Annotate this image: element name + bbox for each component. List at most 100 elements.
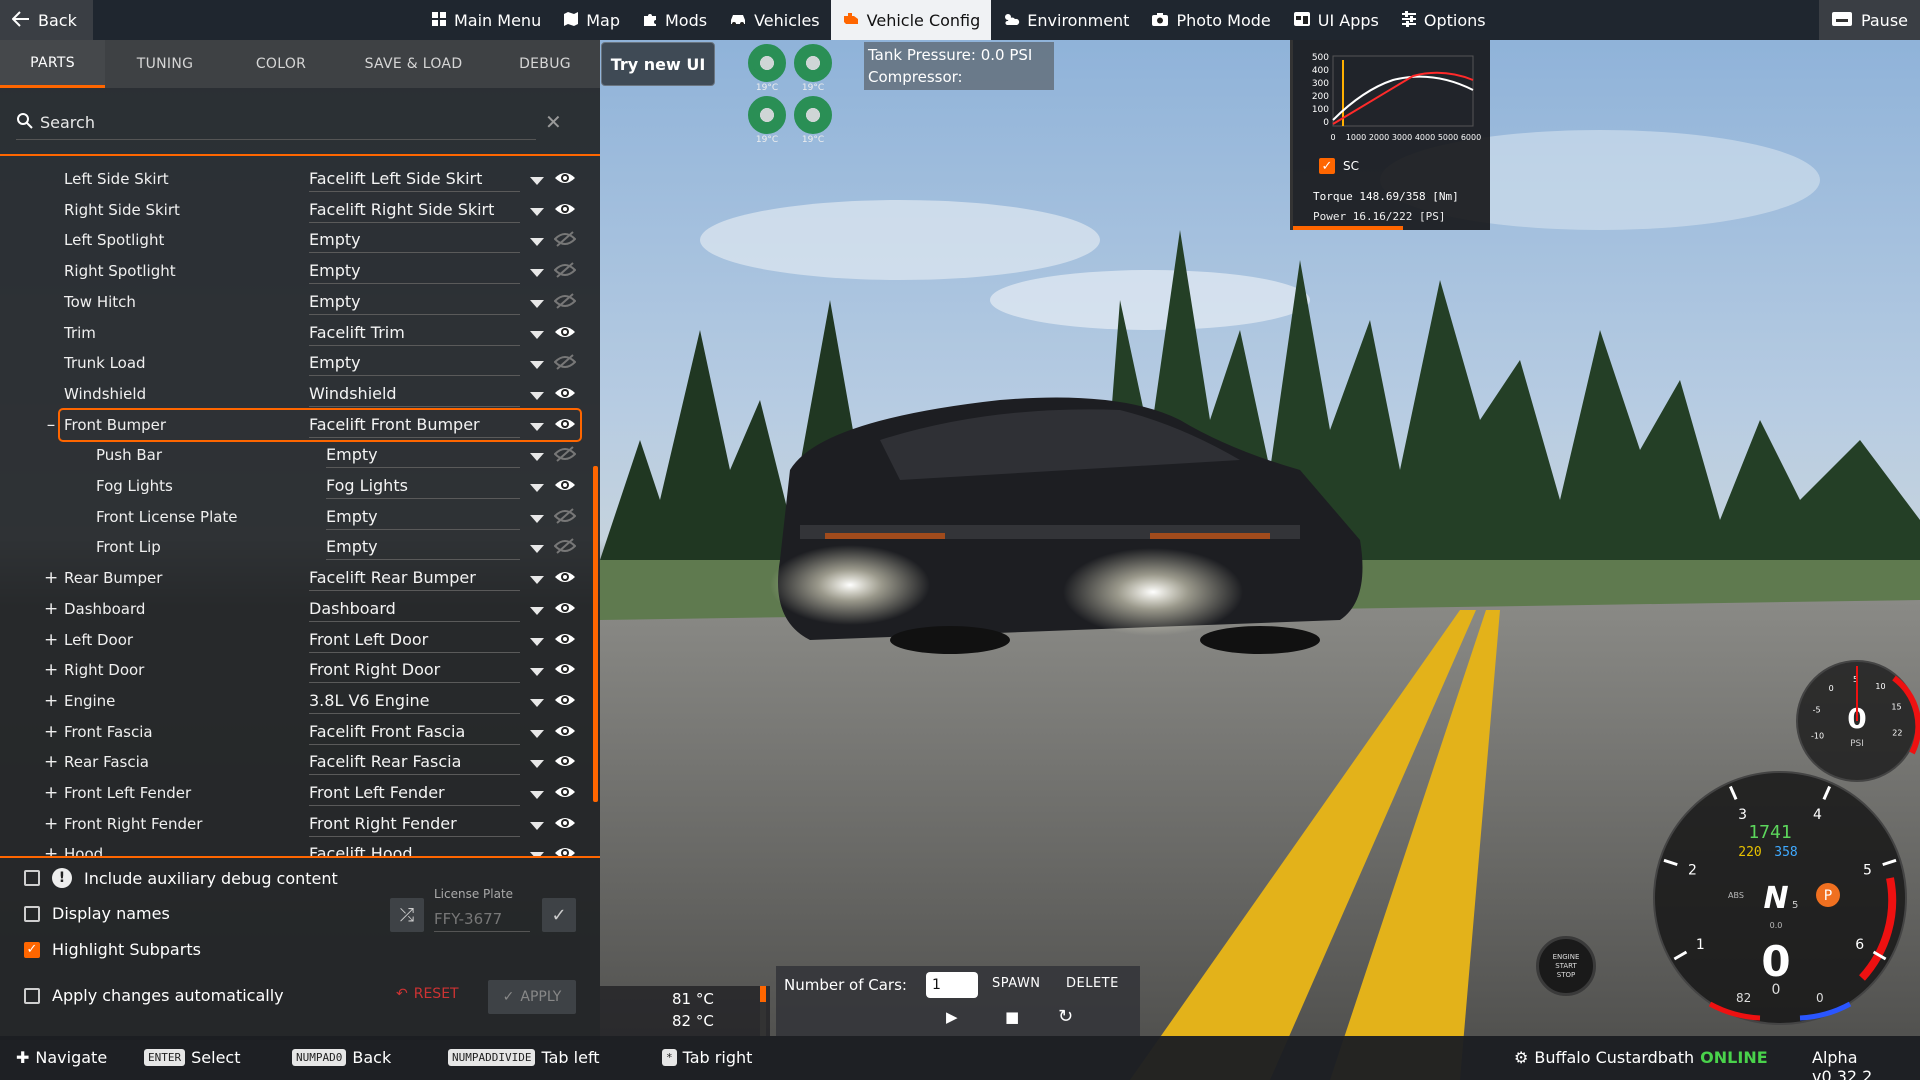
part-select[interactable]: Facelift Front Bumper (309, 412, 520, 438)
part-row[interactable]: + Hood Facelift Hood (0, 839, 590, 856)
expand-toggle[interactable]: + (44, 783, 58, 803)
option-display-names[interactable]: Display names (24, 904, 170, 923)
expand-toggle[interactable]: + (44, 691, 58, 711)
menu-item-vehicle-config[interactable]: Vehicle Config (830, 0, 992, 40)
chevron-down-icon[interactable] (530, 606, 544, 615)
eye-icon[interactable] (554, 568, 576, 588)
part-select[interactable]: Facelift Trim (309, 320, 520, 346)
expand-toggle[interactable]: + (44, 752, 58, 772)
part-row[interactable]: Tow Hitch Empty (0, 287, 590, 317)
tab-color[interactable]: COLOR (225, 40, 337, 88)
chevron-down-icon[interactable] (530, 269, 544, 278)
expand-toggle[interactable]: + (44, 722, 58, 742)
eye-icon[interactable] (554, 200, 576, 220)
eye-icon[interactable] (554, 660, 576, 680)
play-icon[interactable]: ▶ (946, 1008, 958, 1026)
license-plate-input[interactable]: FFY-3677 (434, 906, 530, 932)
part-row[interactable]: + Left Door Front Left Door (0, 625, 590, 655)
menu-item-environment[interactable]: Environment (991, 0, 1140, 40)
eye-off-icon[interactable] (553, 261, 577, 281)
expand-toggle[interactable]: + (44, 630, 58, 650)
randomize-plate-button[interactable]: ⤮ (390, 898, 424, 932)
option-aux-debug[interactable]: ! Include auxiliary debug content (24, 868, 338, 888)
eye-icon[interactable] (554, 722, 576, 742)
eye-icon[interactable] (554, 630, 576, 650)
part-select[interactable]: Empty (326, 442, 520, 469)
search-input[interactable]: Search (16, 106, 536, 140)
part-row[interactable]: Right Spotlight Empty (0, 256, 590, 286)
back-button[interactable]: Back (0, 0, 93, 40)
expand-toggle[interactable]: – (44, 415, 58, 435)
chevron-down-icon[interactable] (530, 177, 544, 185)
eye-off-icon[interactable] (553, 537, 577, 557)
part-row[interactable]: Front License Plate Empty (0, 502, 590, 532)
part-select[interactable]: Facelift Front Fascia (309, 719, 520, 745)
eye-icon[interactable] (554, 599, 576, 619)
chevron-down-icon[interactable] (530, 729, 544, 738)
menu-item-options[interactable]: Options (1390, 0, 1497, 40)
part-select[interactable]: Facelift Rear Fascia (309, 749, 520, 776)
part-select[interactable]: Empty (309, 289, 520, 315)
part-select[interactable]: Empty (309, 258, 520, 285)
eye-icon[interactable] (554, 844, 576, 856)
eye-off-icon[interactable] (553, 230, 577, 250)
part-select[interactable]: Facelift Right Side Skirt (309, 197, 520, 223)
sc-checkbox[interactable]: ✓ (1319, 158, 1335, 174)
part-row[interactable]: + Right Door Front Right Door (0, 655, 590, 685)
eye-icon[interactable] (554, 384, 576, 404)
chevron-down-icon[interactable] (530, 760, 544, 769)
part-row[interactable]: Push Bar Empty (0, 440, 590, 470)
part-row[interactable]: + Front Left Fender Front Left Fender (0, 778, 590, 808)
part-row[interactable]: Left Spotlight Empty (0, 225, 590, 255)
chevron-down-icon[interactable] (530, 207, 544, 216)
part-select[interactable]: Facelift Hood (309, 841, 520, 856)
part-row[interactable]: Trunk Load Empty (0, 348, 590, 378)
expand-toggle[interactable]: + (44, 599, 58, 619)
chevron-down-icon[interactable] (530, 821, 544, 830)
part-select[interactable]: Fog Lights (326, 473, 520, 499)
spawn-button[interactable]: SPAWN (992, 976, 1041, 991)
menu-item-map[interactable]: Map (552, 0, 631, 40)
part-row[interactable]: + Front Right Fender Front Right Fender (0, 809, 590, 839)
expand-toggle[interactable]: + (44, 568, 58, 588)
eye-icon[interactable] (554, 783, 576, 803)
eye-icon[interactable] (554, 476, 576, 496)
chevron-down-icon[interactable] (530, 391, 544, 400)
display-names-checkbox[interactable] (24, 905, 40, 922)
confirm-plate-button[interactable]: ✓ (542, 898, 576, 932)
part-select[interactable]: Front Right Door (309, 657, 520, 684)
option-highlight-subparts[interactable]: ✓ Highlight Subparts (24, 940, 201, 959)
part-row[interactable]: Trim Facelift Trim (0, 318, 590, 348)
delete-button[interactable]: DELETE (1066, 976, 1119, 991)
chevron-down-icon[interactable] (530, 361, 544, 370)
eye-icon[interactable] (554, 814, 576, 834)
sc-toggle[interactable]: ✓ SC (1319, 158, 1359, 174)
tab-debug[interactable]: DEBUG (490, 40, 600, 88)
tab-parts[interactable]: PARTS (0, 40, 105, 88)
part-row[interactable]: + Dashboard Dashboard (0, 594, 590, 624)
chevron-down-icon[interactable] (530, 299, 544, 308)
part-row[interactable]: + Engine 3.8L V6 Engine (0, 686, 590, 716)
user-status[interactable]: ⚙ Buffalo Custardbath ONLINE (1514, 1048, 1768, 1067)
part-select[interactable]: Empty (326, 504, 520, 530)
part-select[interactable]: Front Right Fender (309, 811, 520, 837)
apply-auto-checkbox[interactable] (24, 987, 40, 1004)
eye-icon[interactable] (554, 323, 576, 343)
eye-icon[interactable] (554, 169, 576, 189)
part-select[interactable]: Empty (309, 227, 520, 254)
part-row[interactable]: – Front Bumper Facelift Front Bumper (47, 407, 582, 442)
chevron-down-icon[interactable] (530, 484, 544, 492)
part-select[interactable]: Facelift Left Side Skirt (309, 166, 520, 192)
part-row[interactable]: Windshield Windshield (0, 379, 590, 409)
part-row[interactable]: Fog Lights Fog Lights (0, 471, 590, 501)
highlight-subparts-checkbox[interactable]: ✓ (24, 941, 40, 958)
part-row[interactable]: + Rear Bumper Facelift Rear Bumper (0, 563, 590, 593)
reset-button[interactable]: ↶ RESET (396, 986, 459, 1002)
eye-off-icon[interactable] (553, 445, 577, 465)
engine-start-stop-button[interactable]: ENGINE START STOP (1536, 936, 1596, 996)
eye-icon[interactable] (554, 752, 576, 772)
close-icon[interactable]: ✕ (545, 110, 562, 134)
menu-item-photo-mode[interactable]: Photo Mode (1140, 0, 1281, 40)
menu-item-main-menu[interactable]: Main Menu (420, 0, 552, 40)
tab-tuning[interactable]: TUNING (105, 40, 225, 88)
